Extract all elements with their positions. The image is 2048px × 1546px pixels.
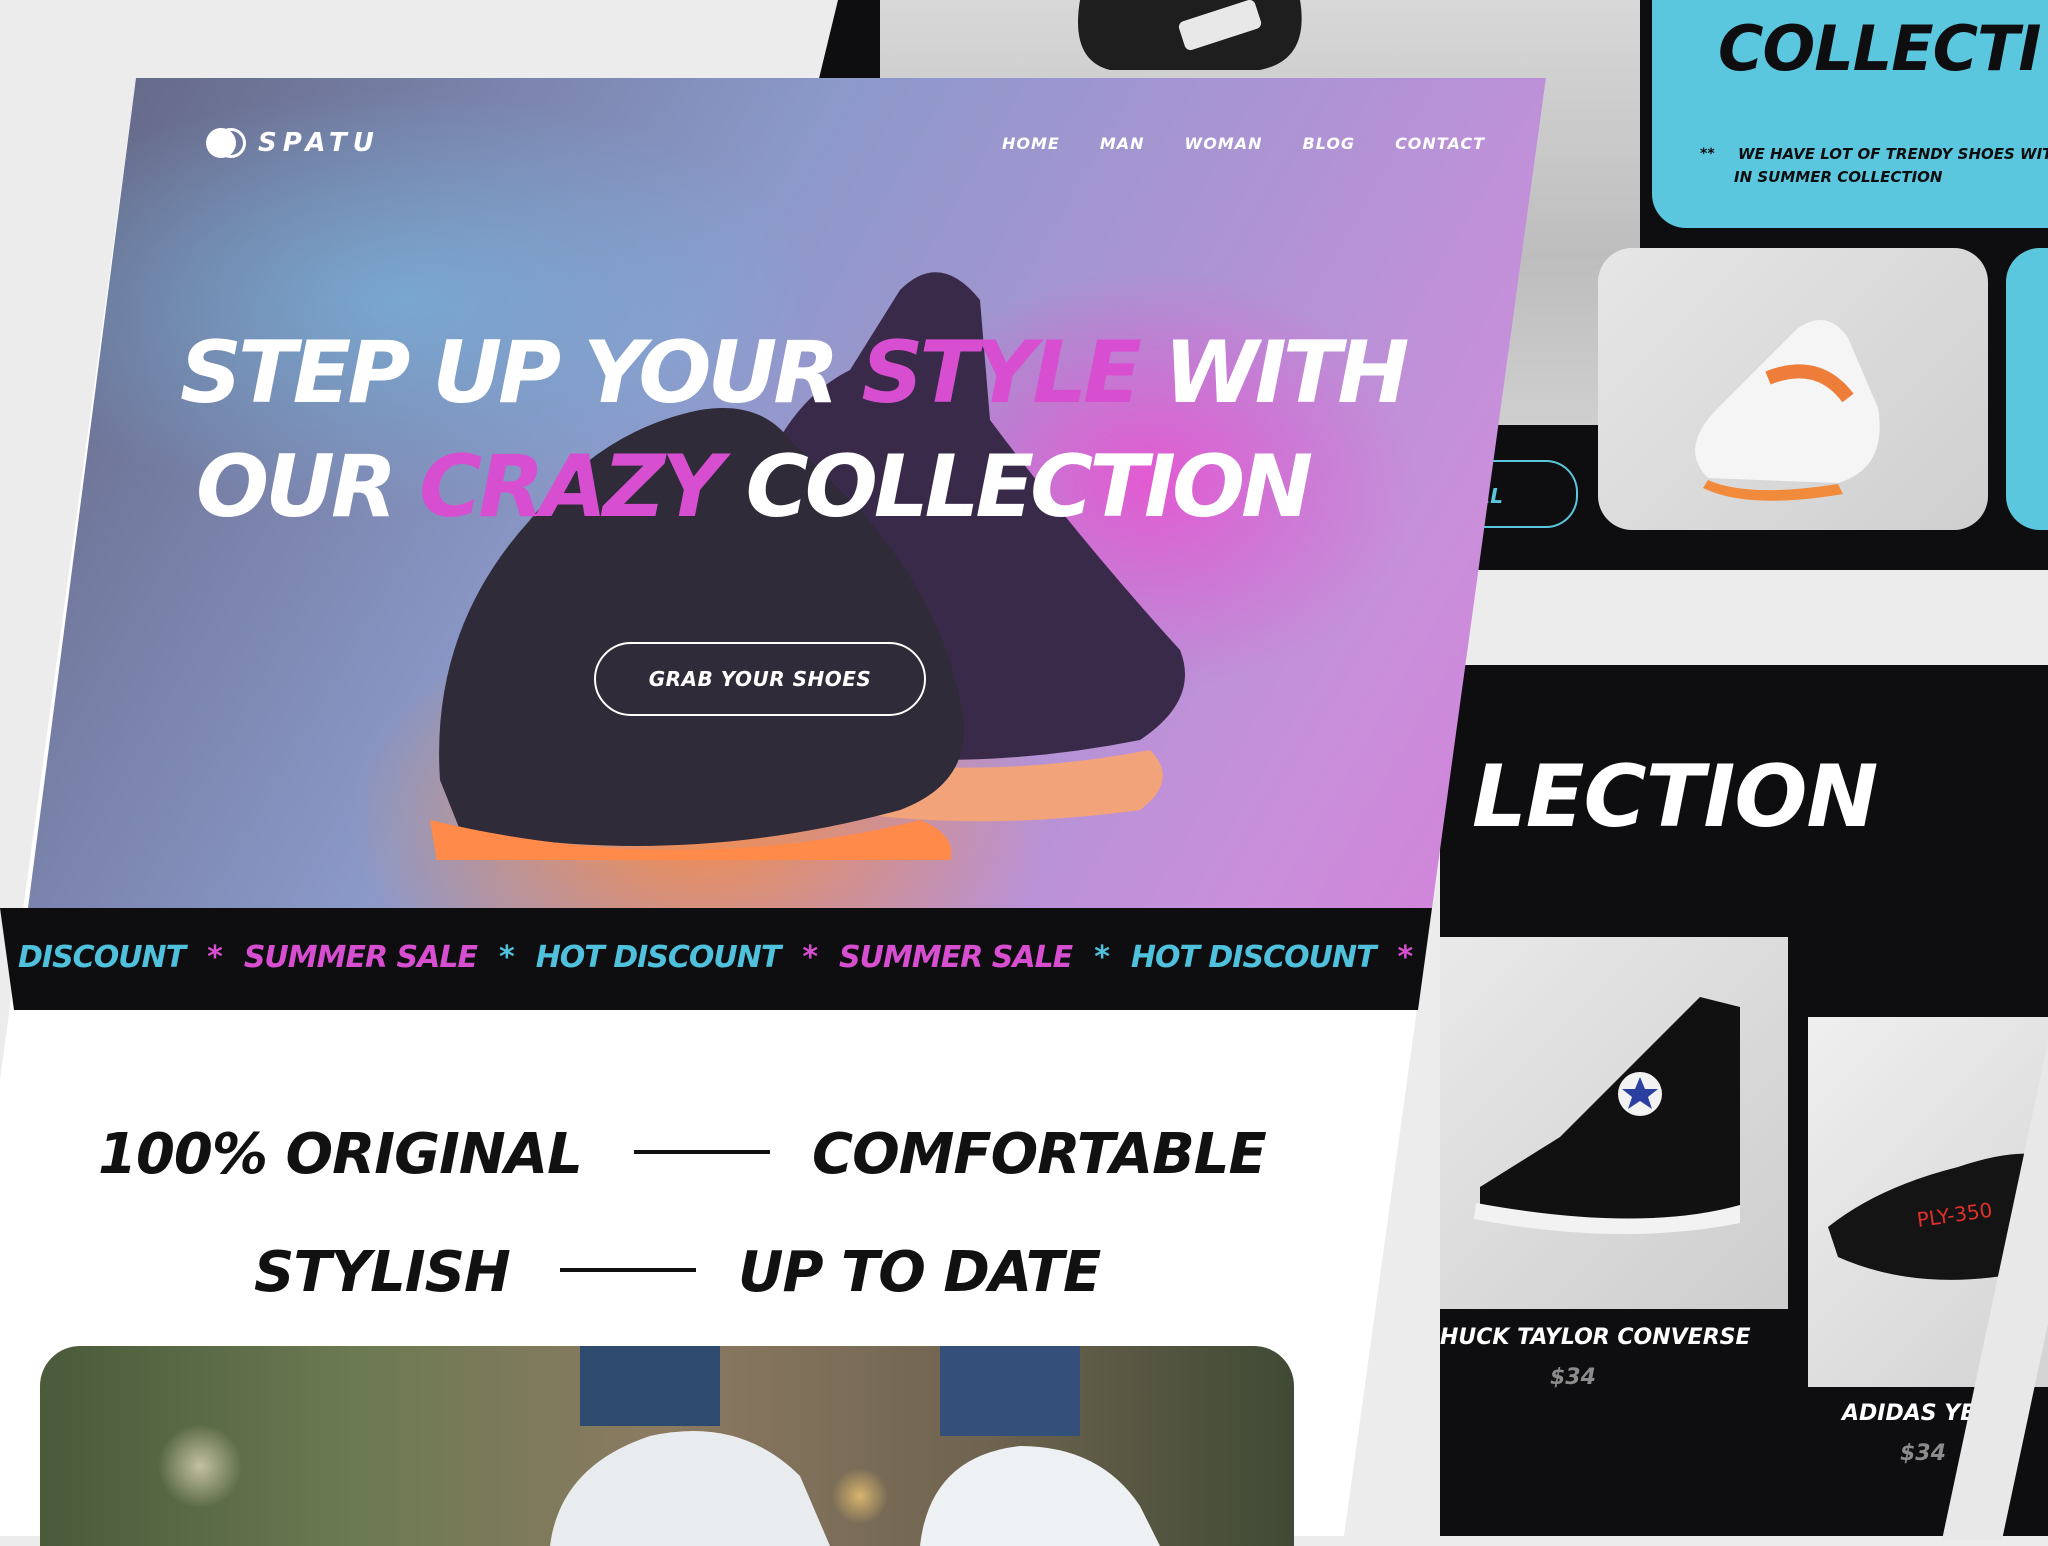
hero-highlight: CRAZY — [419, 437, 724, 537]
ticker-item: HOT DISCOUNT — [535, 940, 782, 975]
cta-label: GRAB YOUR SHOES — [648, 667, 872, 691]
promo-ticker: DISCOUNT * SUMMER SALE * HOT DISCOUNT * … — [0, 908, 1432, 1010]
main-nav: HOME MAN WOMAN BLOG CONTACT — [1002, 134, 1485, 153]
nav-contact[interactable]: CONTACT — [1395, 134, 1485, 153]
ticker-track: DISCOUNT * SUMMER SALE * HOT DISCOUNT * … — [18, 940, 1479, 975]
hero-headline-line2: OUR CRAZY COLLECTION — [196, 444, 1313, 530]
grab-shoes-button[interactable]: GRAB YOUR SHOES — [594, 642, 926, 716]
ticker-item: DISCOUNT — [18, 940, 186, 975]
nav-blog[interactable]: BLOG — [1303, 134, 1356, 153]
ticker-separator: * — [802, 940, 818, 975]
ticker-separator: * — [1397, 940, 1414, 975]
hero-text: OUR — [196, 437, 397, 537]
front-page: SPATU HOME MAN WOMAN BLOG CONTACT STEP U… — [0, 0, 2048, 1546]
feature-divider — [560, 1268, 696, 1272]
ticker-separator: * — [1094, 940, 1110, 975]
brand-logo-icon — [206, 128, 248, 158]
brand-name[interactable]: SPATU — [258, 128, 380, 158]
ticker-item: HOT DISCOUNT — [1130, 940, 1377, 975]
hero-text: WITH — [1163, 323, 1409, 423]
nav-home[interactable]: HOME — [1002, 134, 1060, 153]
nav-woman[interactable]: WOMAN — [1185, 134, 1263, 153]
feature-stylish: STYLISH — [254, 1240, 511, 1305]
lifestyle-image — [40, 1346, 1294, 1546]
hero-highlight: STYLE — [861, 323, 1141, 423]
feature-divider — [634, 1150, 770, 1154]
hero-headline-line1: STEP UP YOUR STYLE WITH — [180, 330, 1409, 416]
ticker-item: SUMMER SALE — [839, 940, 1073, 975]
feature-comfortable: COMFORTABLE — [812, 1122, 1267, 1187]
hero-text: STEP UP YOUR — [180, 323, 839, 423]
ticker-item: SU — [1434, 940, 1479, 975]
nav-man[interactable]: MAN — [1100, 134, 1145, 153]
jordan-sneaker-icon — [550, 1346, 1160, 1546]
feature-up-to-date: UP TO DATE — [738, 1240, 1101, 1305]
hero-text: COLLECTION — [745, 437, 1313, 537]
ticker-item: SUMMER SALE — [243, 940, 478, 975]
feature-original: 100% ORIGINAL — [98, 1122, 583, 1187]
ticker-separator: * — [207, 940, 223, 975]
ticker-separator: * — [498, 940, 515, 975]
